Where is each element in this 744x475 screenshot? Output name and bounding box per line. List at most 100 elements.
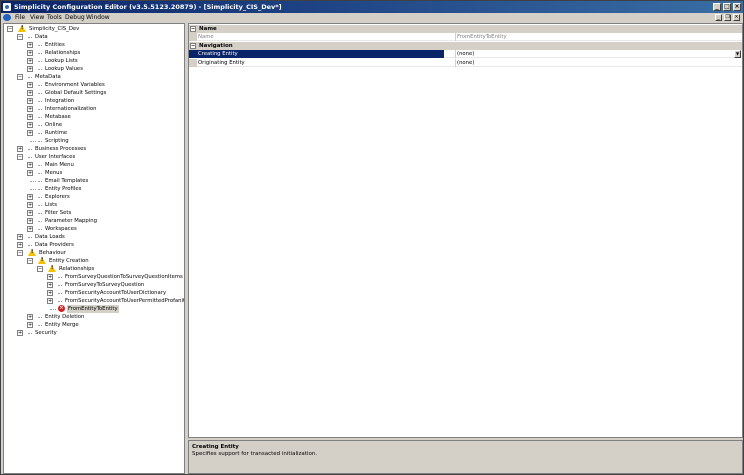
tree-node[interactable]: − User Interfaces <box>4 153 184 161</box>
tree-node[interactable]: + Metabase <box>4 113 184 121</box>
expand-icon[interactable]: + <box>27 130 33 136</box>
tree-node[interactable]: Entity Profiles <box>4 185 184 193</box>
tree-node[interactable]: + Lookup Lists <box>4 57 184 65</box>
category-navigation[interactable]: − Navigation <box>189 42 742 50</box>
menu-view[interactable]: View <box>30 13 44 22</box>
tree-node[interactable]: + Parameter Mapping <box>4 217 184 225</box>
close-button[interactable]: × <box>733 3 741 11</box>
expand-icon[interactable]: + <box>27 162 33 168</box>
mdi-close-button[interactable]: × <box>733 14 740 21</box>
menu-window[interactable]: Window <box>86 13 110 22</box>
tree-node[interactable]: + Integration <box>4 97 184 105</box>
tree-node[interactable]: + Environment Variables <box>4 81 184 89</box>
tree-node[interactable]: + Global Default Settings <box>4 89 184 97</box>
tree-node[interactable]: − MetaData <box>4 73 184 81</box>
tree-node[interactable]: + FromSurveyToSurveyQuestion <box>4 281 184 289</box>
expand-icon[interactable]: + <box>47 282 53 288</box>
tree-node[interactable]: + Relationships <box>4 49 184 57</box>
tree-node[interactable]: − Entity Creation <box>4 257 184 265</box>
collapse-icon[interactable]: − <box>27 258 33 264</box>
expand-icon[interactable]: + <box>27 50 33 56</box>
tree-node[interactable]: + FromSurveyQuestionToSurveyQuestionItems <box>4 273 184 281</box>
expand-icon[interactable]: + <box>27 114 33 120</box>
configuration-tree[interactable]: −Simplicity_CIS_Dev−Data+Entities+Relati… <box>3 23 185 474</box>
document-icon[interactable] <box>3 14 11 21</box>
expand-icon[interactable]: + <box>27 122 33 128</box>
tree-node[interactable]: + Data Providers <box>4 241 184 249</box>
tree-node[interactable]: × FromEntityToEntity <box>4 305 184 313</box>
tree-node[interactable]: + FromSecurityAccountToUserPermittedProfa… <box>4 297 184 305</box>
property-row-name[interactable]: Name FromEntityToEntity <box>189 33 742 41</box>
tree-node[interactable]: + Menus <box>4 169 184 177</box>
tree-node[interactable]: Scripting <box>4 137 184 145</box>
menu-tools[interactable]: Tools <box>47 13 62 22</box>
property-row-originating-entity[interactable]: Originating Entity (none) <box>189 59 742 67</box>
collapse-icon[interactable]: − <box>17 154 23 160</box>
tree-node[interactable]: + Internationalization <box>4 105 184 113</box>
tree-node[interactable]: + Entities <box>4 41 184 49</box>
tree-node[interactable]: + Runtime <box>4 129 184 137</box>
collapse-icon[interactable]: − <box>190 26 196 32</box>
tree-node[interactable]: + Filter Sets <box>4 209 184 217</box>
tree-node[interactable]: − Relationships <box>4 265 184 273</box>
expand-icon[interactable]: + <box>27 82 33 88</box>
tree-node[interactable]: − Simplicity_CIS_Dev <box>4 25 184 33</box>
expand-icon[interactable]: + <box>27 106 33 112</box>
category-name[interactable]: − Name <box>189 25 742 33</box>
expand-icon[interactable]: + <box>27 42 33 48</box>
dropdown-icon[interactable]: ▼ <box>734 50 741 58</box>
tree-node[interactable]: + Business Processes <box>4 145 184 153</box>
tree-node[interactable]: + Data Loads <box>4 233 184 241</box>
expand-icon[interactable]: + <box>27 194 33 200</box>
mdi-minimize-button[interactable]: _ <box>715 14 722 21</box>
expand-icon[interactable]: + <box>17 146 23 152</box>
property-originating-entity-value[interactable]: (none) <box>455 59 742 67</box>
expand-icon[interactable]: + <box>27 322 33 328</box>
tree-node[interactable]: + Workspaces <box>4 225 184 233</box>
expand-icon[interactable]: + <box>27 226 33 232</box>
expand-icon[interactable]: + <box>17 234 23 240</box>
expand-icon[interactable]: + <box>17 242 23 248</box>
tree-node[interactable]: + Entity Deletion <box>4 313 184 321</box>
expand-icon[interactable]: + <box>47 290 53 296</box>
tree-node[interactable]: + Explorers <box>4 193 184 201</box>
tree-node[interactable]: Email Templates <box>4 177 184 185</box>
expand-icon[interactable]: + <box>27 98 33 104</box>
expand-icon[interactable]: + <box>17 330 23 336</box>
expand-icon[interactable]: + <box>27 170 33 176</box>
expand-icon[interactable]: + <box>27 210 33 216</box>
collapse-icon[interactable]: − <box>17 74 23 80</box>
collapse-icon[interactable]: − <box>17 34 23 40</box>
app-icon[interactable] <box>3 3 11 11</box>
menu-file[interactable]: File <box>15 13 25 22</box>
tree-node[interactable]: + Lookup Values <box>4 65 184 73</box>
tree-node[interactable]: − Data <box>4 33 184 41</box>
collapse-icon[interactable]: − <box>7 26 13 32</box>
tree-node[interactable]: + Online <box>4 121 184 129</box>
collapse-icon[interactable]: − <box>190 43 196 49</box>
expand-icon[interactable]: + <box>27 314 33 320</box>
menu-debug[interactable]: Debug <box>65 13 85 22</box>
expand-icon[interactable]: + <box>27 90 33 96</box>
tree-node[interactable]: + Security <box>4 329 184 337</box>
maximize-button[interactable]: □ <box>723 3 731 11</box>
property-creating-entity-value[interactable]: (none) <box>455 50 742 58</box>
minimize-button[interactable]: _ <box>713 3 721 11</box>
expand-icon[interactable]: + <box>27 218 33 224</box>
tree-node[interactable]: + Entity Merge <box>4 321 184 329</box>
expand-icon[interactable]: + <box>27 202 33 208</box>
tree-node[interactable]: − Behaviour <box>4 249 184 257</box>
collapse-icon[interactable]: − <box>37 266 43 272</box>
tree-node[interactable]: + Main Menu <box>4 161 184 169</box>
tree-node[interactable]: + Lists <box>4 201 184 209</box>
property-grid[interactable]: − Name Name FromEntityToEntity − Navigat… <box>188 23 743 438</box>
expand-icon[interactable]: + <box>27 58 33 64</box>
collapse-icon[interactable]: − <box>17 250 23 256</box>
mdi-restore-button[interactable]: ❐ <box>724 14 731 21</box>
expand-icon[interactable]: + <box>27 66 33 72</box>
expand-icon[interactable]: + <box>47 274 53 280</box>
title-bar[interactable]: Simplicity Configuration Editor (v3.5.51… <box>1 1 743 13</box>
property-row-creating-entity[interactable]: Creating Entity (none) ▼ <box>189 50 742 58</box>
expand-icon[interactable]: + <box>47 298 53 304</box>
tree-node[interactable]: + FromSecurityAccountToUserDictionary <box>4 289 184 297</box>
